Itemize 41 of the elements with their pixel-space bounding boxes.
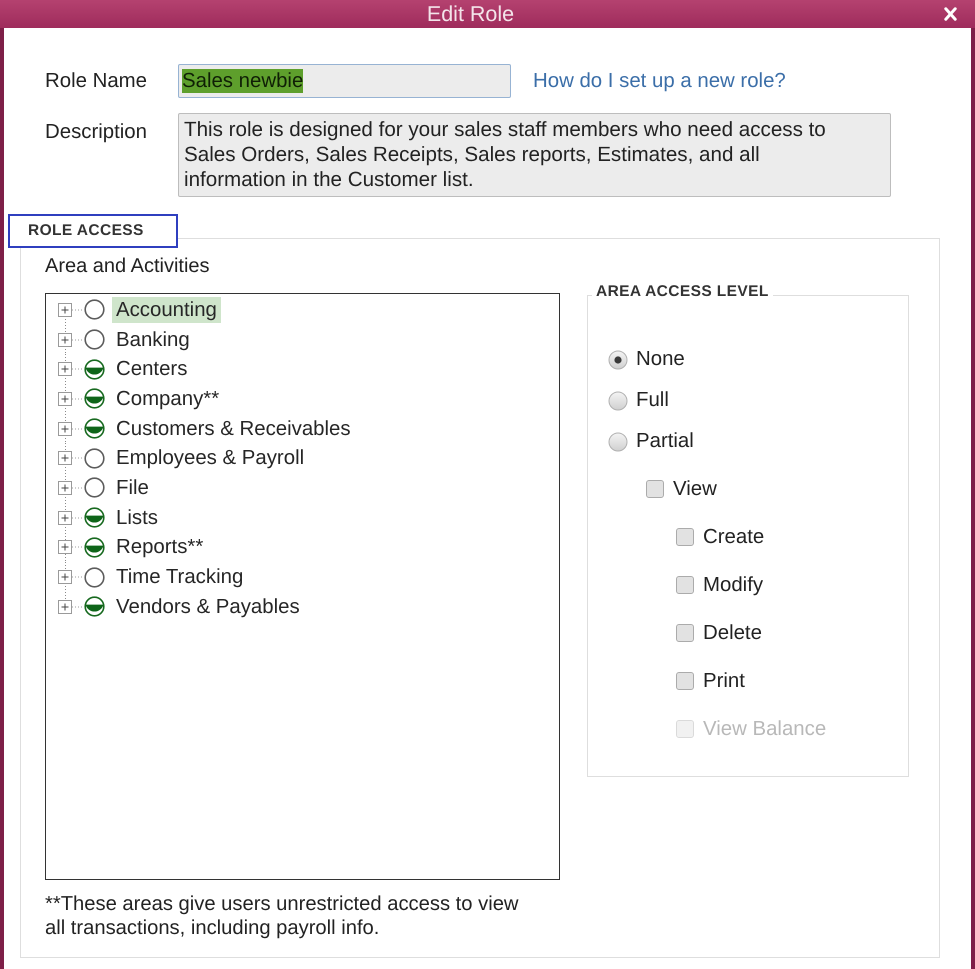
tree-item[interactable]: File	[112, 474, 153, 501]
tree-item[interactable]: Lists	[112, 504, 162, 531]
checkbox[interactable]: Delete	[676, 623, 762, 643]
tree-item[interactable]: Customers & Receivables	[112, 416, 355, 442]
footnote-text: **These areas give users unrestricted access to view all transactions, including payroll info.	[45, 892, 520, 940]
help-link[interactable]: How do I set up a new role?	[533, 70, 786, 92]
plus-box-icon[interactable]	[58, 570, 84, 584]
tree-item[interactable]: Company**	[112, 386, 224, 412]
tree-item[interactable]: Time Tracking	[112, 564, 248, 590]
tree-item[interactable]: Accounting	[112, 296, 221, 323]
plus-box-icon[interactable]	[58, 480, 84, 495]
plus-box-icon[interactable]	[58, 510, 84, 525]
window-title: Edit Role	[426, 1, 514, 28]
plus-box-icon[interactable]	[58, 362, 84, 376]
role-access-heading: ROLE ACCESS	[8, 214, 178, 248]
plus-box-icon[interactable]	[58, 302, 84, 317]
checkbox[interactable]: View	[646, 479, 717, 499]
tree-item[interactable]: Centers	[112, 356, 192, 382]
role-name-label: Role Name	[45, 70, 148, 92]
checkbox[interactable]: Modify	[676, 575, 764, 595]
plus-box-icon[interactable]	[58, 451, 84, 466]
tree-item[interactable]: Employees & Payroll	[112, 445, 308, 472]
plus-box-icon[interactable]	[58, 540, 84, 554]
plus-box-icon[interactable]	[58, 422, 84, 436]
description-label: Description	[45, 120, 148, 145]
tree-caption: Area and Activities	[45, 255, 211, 277]
tree-item[interactable]: Banking	[112, 326, 194, 353]
checkbox[interactable]: Print	[676, 671, 745, 691]
plus-box-icon[interactable]	[58, 392, 84, 406]
tree-item[interactable]: Reports**	[112, 534, 208, 560]
close-icon[interactable]	[944, 7, 957, 21]
selected-text: Sales newbie	[182, 69, 304, 93]
plus-box-icon[interactable]	[58, 600, 84, 614]
radio-button[interactable]: None	[608, 349, 685, 370]
role-name-field[interactable]: Sales newbie	[178, 64, 511, 98]
radio-button[interactable]: Partial	[608, 431, 694, 452]
radio-button[interactable]: Full	[608, 390, 669, 411]
description-field[interactable]: This role is designed for your sales staff members who need access to Sales Orders, Sales Receipts, Sales reports, Estimates, and all information in the Customer list.	[178, 113, 891, 197]
checkbox[interactable]: Create	[676, 527, 764, 547]
plus-box-icon[interactable]	[58, 332, 84, 347]
tree-item[interactable]: Vendors & Payables	[112, 594, 304, 620]
